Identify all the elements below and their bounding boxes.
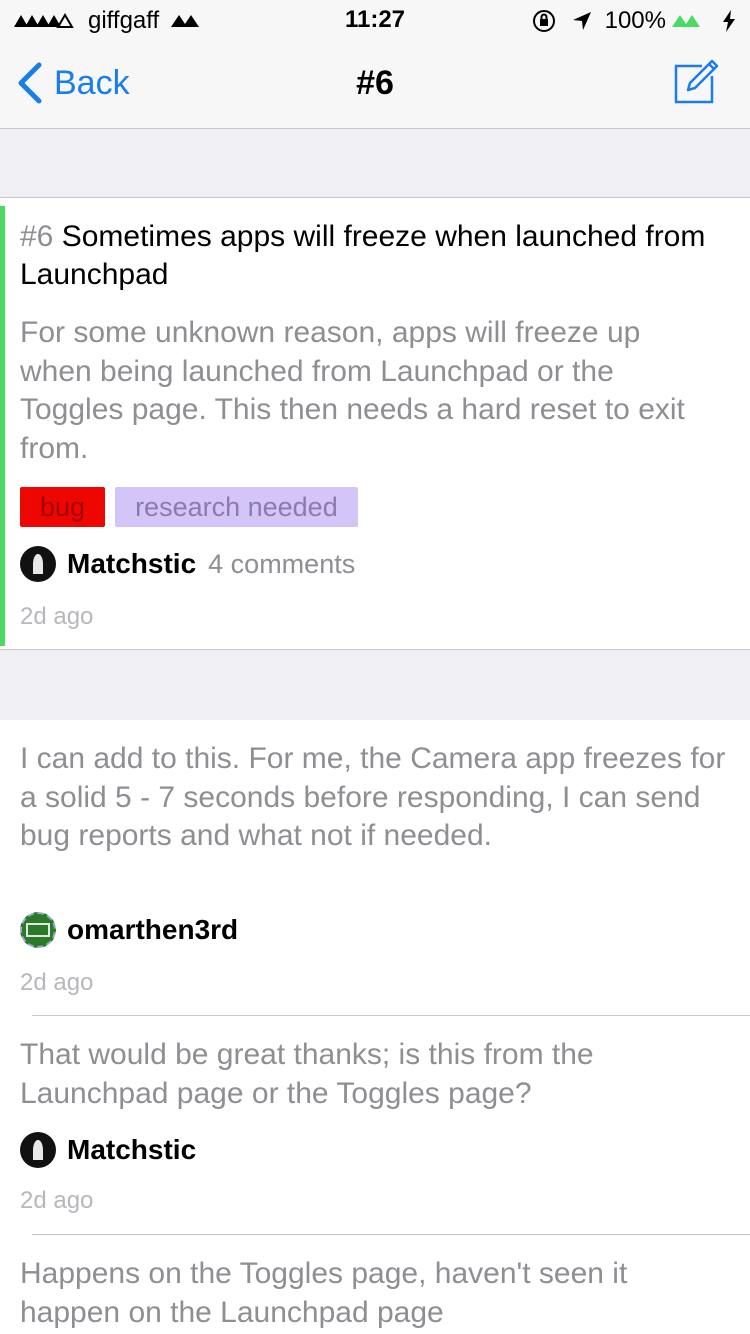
section-spacer: [0, 649, 750, 721]
issue-timestamp: 2d ago: [20, 603, 94, 630]
comment-author[interactable]: Matchstic: [67, 1134, 196, 1166]
page-title: #6: [356, 64, 394, 102]
comment-item: That would be great thanks; is this from…: [0, 1016, 750, 1234]
comment-body: I can add to this. For me, the Camera ap…: [20, 742, 726, 852]
status-right: 100%: [531, 6, 736, 36]
issue-open-indicator: [0, 206, 5, 646]
issue-title-text: Sometimes apps will freeze when launched…: [20, 220, 706, 291]
charging-bolt-icon: [723, 10, 735, 32]
navigation-bar: Back #6: [0, 40, 750, 129]
comment-body: Happens on the Toggles page, haven't see…: [20, 1257, 628, 1329]
section-spacer: [0, 129, 750, 198]
label-bug[interactable]: bug: [20, 487, 106, 527]
comment-count: 4 comments: [208, 548, 356, 579]
comment-body: That would be great thanks; is this from…: [20, 1038, 594, 1110]
comment-item: Happens on the Toggles page, haven't see…: [0, 1235, 750, 1334]
comment-item: I can add to this. For me, the Camera ap…: [0, 720, 750, 1015]
avatar[interactable]: [20, 1132, 56, 1168]
issue-card: #6 Sometimes apps will freeze when launc…: [0, 198, 750, 649]
issue-number: #6: [20, 220, 54, 253]
comment-author-row: Matchstic: [20, 1132, 196, 1168]
comment-timestamp: 2d ago: [20, 969, 94, 996]
battery-percent: 100%: [604, 7, 666, 34]
compose-button[interactable]: [672, 56, 720, 109]
status-bar: giffgaff 11:27 100%: [0, 0, 750, 40]
issue-author-row: Matchstic 4 comments: [20, 546, 355, 582]
issue-title: #6 Sometimes apps will freeze when launc…: [20, 218, 720, 294]
orientation-lock-icon: [532, 10, 555, 32]
battery-icon: [672, 15, 700, 27]
issue-author[interactable]: Matchstic: [67, 548, 196, 580]
avatar[interactable]: [20, 912, 56, 948]
comment-author[interactable]: omarthen3rd: [67, 914, 238, 946]
issue-labels: bug research needed: [20, 487, 368, 527]
location-icon: [572, 12, 591, 30]
comment-timestamp: 2d ago: [20, 1187, 94, 1214]
compose-icon: [674, 59, 719, 104]
avatar[interactable]: [20, 546, 56, 582]
label-research-needed[interactable]: research needed: [115, 487, 358, 527]
issue-body: For some unknown reason, apps will freez…: [20, 316, 685, 465]
comment-author-row: omarthen3rd: [20, 912, 238, 948]
